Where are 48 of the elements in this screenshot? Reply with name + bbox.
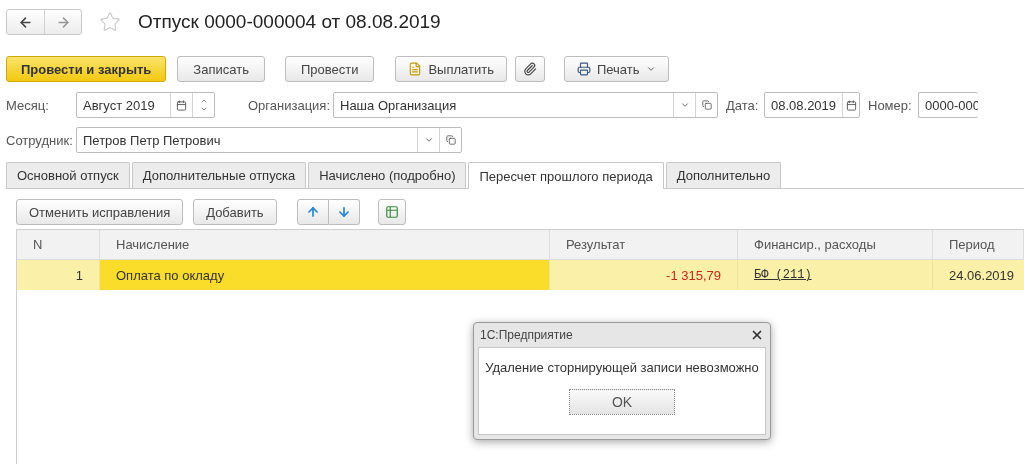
- toolbar-button[interactable]: Провести: [284, 56, 375, 82]
- column-header[interactable]: Начисление: [100, 230, 550, 260]
- post-close-button[interactable]: Провести и закрыть: [6, 56, 167, 82]
- table-cell: Оплата по окладу: [100, 260, 550, 290]
- column-header[interactable]: Финансир., расходы: [738, 230, 933, 260]
- caret-icon: [645, 64, 656, 74]
- tab[interactable]: Начислено (подробно): [308, 162, 467, 188]
- ok-button[interactable]: OK: [569, 389, 675, 415]
- table-link[interactable]: БФ (211): [754, 268, 812, 282]
- input-field[interactable]: Петров Петр Петрович: [76, 127, 462, 153]
- table-cell: 1: [17, 260, 100, 290]
- tab[interactable]: Основной отпуск: [6, 162, 130, 188]
- field-label: Номер:: [868, 97, 913, 113]
- dialog-message: Удаление сторнирующей записи невозможно: [485, 360, 759, 375]
- add-table-button[interactable]: [377, 199, 406, 225]
- column-header[interactable]: Результат: [550, 230, 738, 260]
- close-icon[interactable]: [750, 328, 764, 342]
- input-field[interactable]: Наша Организация: [333, 92, 718, 118]
- dialog-title: 1С:Предприятие: [480, 328, 573, 342]
- move-down-button[interactable]: [328, 199, 360, 225]
- tab[interactable]: Пересчет прошлого периода: [468, 162, 664, 189]
- table-button[interactable]: Отменить исправления: [16, 199, 184, 225]
- tab[interactable]: Дополнительные отпуска: [131, 162, 307, 188]
- move-up-button[interactable]: [296, 199, 329, 225]
- paperclip-icon: [522, 62, 537, 76]
- table-cell: -1 315,79: [550, 260, 738, 290]
- attach-button[interactable]: [514, 56, 545, 82]
- field-label: Месяц:: [6, 97, 50, 113]
- printer-icon: [576, 62, 591, 76]
- table-button[interactable]: Добавить: [193, 199, 277, 225]
- star-icon[interactable]: [98, 10, 122, 34]
- document-title: Отпуск 0000-000004 от 08.08.2019: [138, 11, 441, 33]
- table-cell: 24.06.2019: [933, 260, 1024, 290]
- field-label: Дата:: [726, 97, 760, 113]
- down-arrow-icon: [336, 205, 351, 219]
- table-icon: [384, 205, 399, 219]
- input-field[interactable]: 08.08.2019: [764, 92, 860, 118]
- column-header[interactable]: N: [17, 230, 100, 260]
- tab[interactable]: Дополнительно: [665, 162, 782, 188]
- pay-button[interactable]: Выплатить: [395, 56, 507, 82]
- field-label: Организация:: [248, 97, 332, 113]
- print-button[interactable]: Печать: [563, 56, 669, 82]
- document-icon: [408, 62, 423, 76]
- calendar-icon[interactable]: [842, 93, 859, 117]
- toolbar-button[interactable]: Записать: [177, 56, 265, 82]
- column-header[interactable]: Период: [933, 230, 1024, 260]
- input-field[interactable]: Август 2019: [76, 92, 215, 118]
- field-label: Сотрудник:: [6, 132, 74, 148]
